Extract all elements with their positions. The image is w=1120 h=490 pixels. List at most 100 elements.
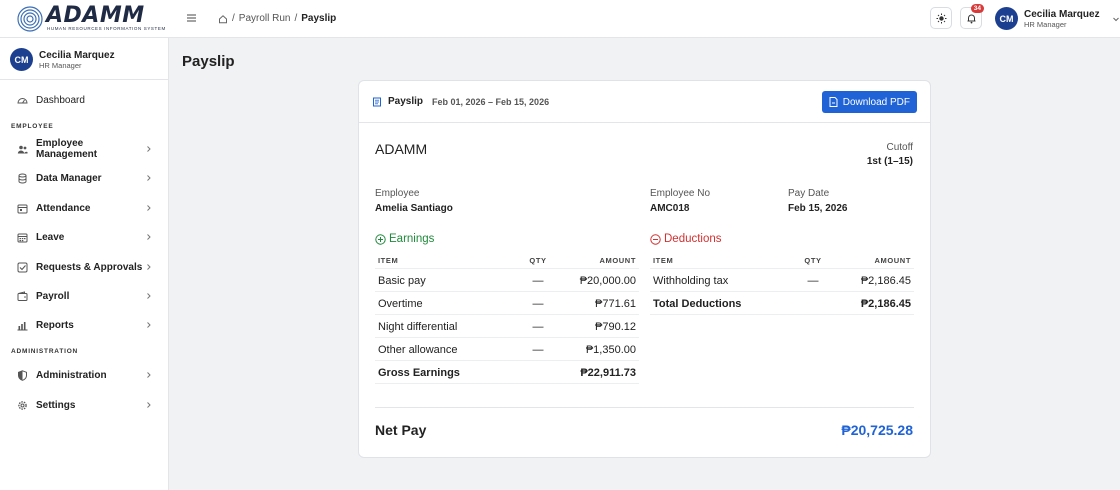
payslip-title: Payslip	[388, 96, 424, 107]
breadcrumb-current: Payslip	[301, 13, 337, 24]
row-item: Basic pay	[378, 275, 426, 287]
sidebar: CM Cecilia Marquez HR Manager Dashboard …	[0, 38, 169, 490]
row-qty: —	[807, 275, 819, 287]
pay-date-value: Feb 15, 2026	[788, 203, 848, 214]
gauge-icon	[17, 95, 28, 106]
sidebar-item-payroll[interactable]: Payroll	[0, 285, 169, 307]
sidebar-item-label: Payroll	[36, 290, 70, 302]
payslip-period: Feb 01, 2026 – Feb 15, 2026	[432, 97, 550, 107]
payslip-card-title: Payslip	[372, 96, 423, 107]
plus-circle-icon	[375, 233, 386, 245]
sidebar-item-settings[interactable]: Settings	[0, 394, 169, 416]
breadcrumb-separator: /	[294, 13, 298, 24]
notification-count-badge: 34	[970, 4, 984, 13]
sidebar-item-dashboard[interactable]: Dashboard	[0, 89, 169, 111]
divider	[0, 79, 169, 80]
row-qty: —	[532, 344, 544, 356]
table-row: Overtime — ₱771.61	[375, 292, 639, 315]
table-row: Basic pay — ₱20,000.00	[375, 269, 639, 292]
total-label: Gross Earnings	[378, 367, 460, 379]
table-header-row: ITEM QTY AMOUNT	[375, 251, 639, 269]
deductions-title-label: Deductions	[664, 233, 722, 245]
row-item: Overtime	[378, 298, 423, 310]
chevron-right-icon	[147, 293, 151, 299]
net-pay-label: Net Pay	[375, 422, 427, 438]
chevron-right-icon	[147, 205, 151, 211]
user-menu[interactable]: CM Cecilia Marquez HR Manager	[995, 7, 1120, 30]
employee-no-value: AMC018	[650, 203, 690, 214]
column-header-amount: AMOUNT	[599, 256, 636, 265]
sidebar-item-attendance[interactable]: Attendance	[0, 197, 169, 219]
sidebar-item-leave[interactable]: Leave	[0, 226, 169, 248]
sidebar-item-administration[interactable]: Administration	[0, 364, 169, 386]
column-header-item: ITEM	[378, 256, 399, 265]
avatar: CM	[10, 48, 33, 71]
shield-icon	[17, 369, 28, 381]
total-deductions-row: Total Deductions ₱2,186.45	[650, 292, 914, 315]
notifications-button[interactable]: 34	[960, 4, 984, 29]
user-role: HR Manager	[1024, 19, 1067, 29]
section-label-employee: EMPLOYEE	[11, 123, 54, 130]
bell-icon	[967, 14, 975, 23]
sidebar-item-reports[interactable]: Reports	[0, 314, 169, 336]
home-icon[interactable]	[218, 14, 228, 24]
row-item: Night differential	[378, 321, 458, 333]
row-amount: ₱790.12	[595, 321, 636, 333]
fingerprint-logo-icon	[17, 6, 43, 32]
row-amount: ₱1,350.00	[585, 344, 636, 356]
minus-circle-icon	[650, 233, 661, 245]
chevron-right-icon	[147, 175, 151, 181]
sidebar-item-label: Reports	[36, 319, 74, 331]
page-title: Payslip	[182, 53, 235, 70]
chevron-right-icon	[147, 234, 151, 240]
users-icon	[17, 144, 28, 155]
payslip-card-header: Payslip Feb 01, 2026 – Feb 15, 2026 Down…	[359, 81, 930, 123]
cutoff-label: Cutoff	[886, 142, 914, 153]
total-label: Total Deductions	[653, 298, 742, 310]
cutoff-value: 1st (1–15)	[866, 156, 913, 167]
chevron-right-icon	[147, 322, 151, 328]
app-logo[interactable]: ADAMM HUMAN RESOURCES INFORMATION SYSTEM	[16, 5, 166, 33]
database-icon	[17, 173, 28, 184]
row-item: Other allowance	[378, 344, 458, 356]
earnings-table: ITEM QTY AMOUNT Basic pay — ₱20,000.00 O…	[375, 251, 639, 384]
logo-subtitle: HUMAN RESOURCES INFORMATION SYSTEM	[47, 26, 166, 31]
breadcrumb-payroll-run[interactable]: Payroll Run	[239, 13, 291, 24]
gear-icon	[17, 400, 28, 411]
earnings-title-label: Earnings	[389, 233, 435, 245]
sidebar-item-label: Employee Management	[36, 138, 98, 160]
total-amount: ₱2,186.45	[860, 298, 911, 310]
sidebar-item-label: Dashboard	[36, 94, 85, 106]
logo-text: ADAMM	[46, 3, 145, 28]
sidebar-item-label: Settings	[36, 399, 76, 411]
table-row: Night differential — ₱790.12	[375, 315, 639, 338]
sidebar-item-label: Data Manager	[36, 172, 102, 184]
sidebar-user: CM Cecilia Marquez HR Manager	[10, 48, 115, 71]
hamburger-menu-icon[interactable]	[186, 12, 197, 24]
row-qty: —	[532, 298, 544, 310]
deductions-title: Deductions	[650, 233, 722, 245]
chevron-right-icon	[147, 372, 151, 378]
download-pdf-button[interactable]: Download PDF	[821, 91, 917, 113]
table-row: Other allowance — ₱1,350.00	[375, 338, 639, 361]
employee-value: Amelia Santiago	[375, 203, 453, 214]
earnings-title: Earnings	[375, 233, 434, 245]
pdf-file-icon	[829, 97, 838, 107]
wallet-icon	[17, 290, 28, 302]
payslip-card: Payslip Feb 01, 2026 – Feb 15, 2026 Down…	[358, 80, 931, 458]
gross-earnings-row: Gross Earnings ₱22,911.73	[375, 361, 639, 384]
sidebar-user-name: Cecilia Marquez	[39, 49, 115, 61]
theme-toggle-button[interactable]	[930, 7, 952, 29]
row-qty: —	[532, 321, 544, 333]
breadcrumb: / Payroll Run / Payslip	[218, 13, 336, 24]
sidebar-item-label: Administration	[36, 369, 107, 381]
divider	[375, 407, 914, 408]
sidebar-item-requests-approvals[interactable]: Requests & Approvals	[0, 256, 169, 278]
sidebar-item-label: Leave	[36, 231, 65, 243]
sidebar-item-employee-management[interactable]: Employee Management	[0, 138, 169, 160]
sidebar-item-label: Attendance	[36, 202, 91, 214]
chevron-right-icon	[147, 146, 151, 152]
checkbox-icon	[17, 262, 28, 273]
sidebar-item-data-manager[interactable]: Data Manager	[0, 167, 169, 189]
bar-chart-icon	[17, 320, 28, 331]
